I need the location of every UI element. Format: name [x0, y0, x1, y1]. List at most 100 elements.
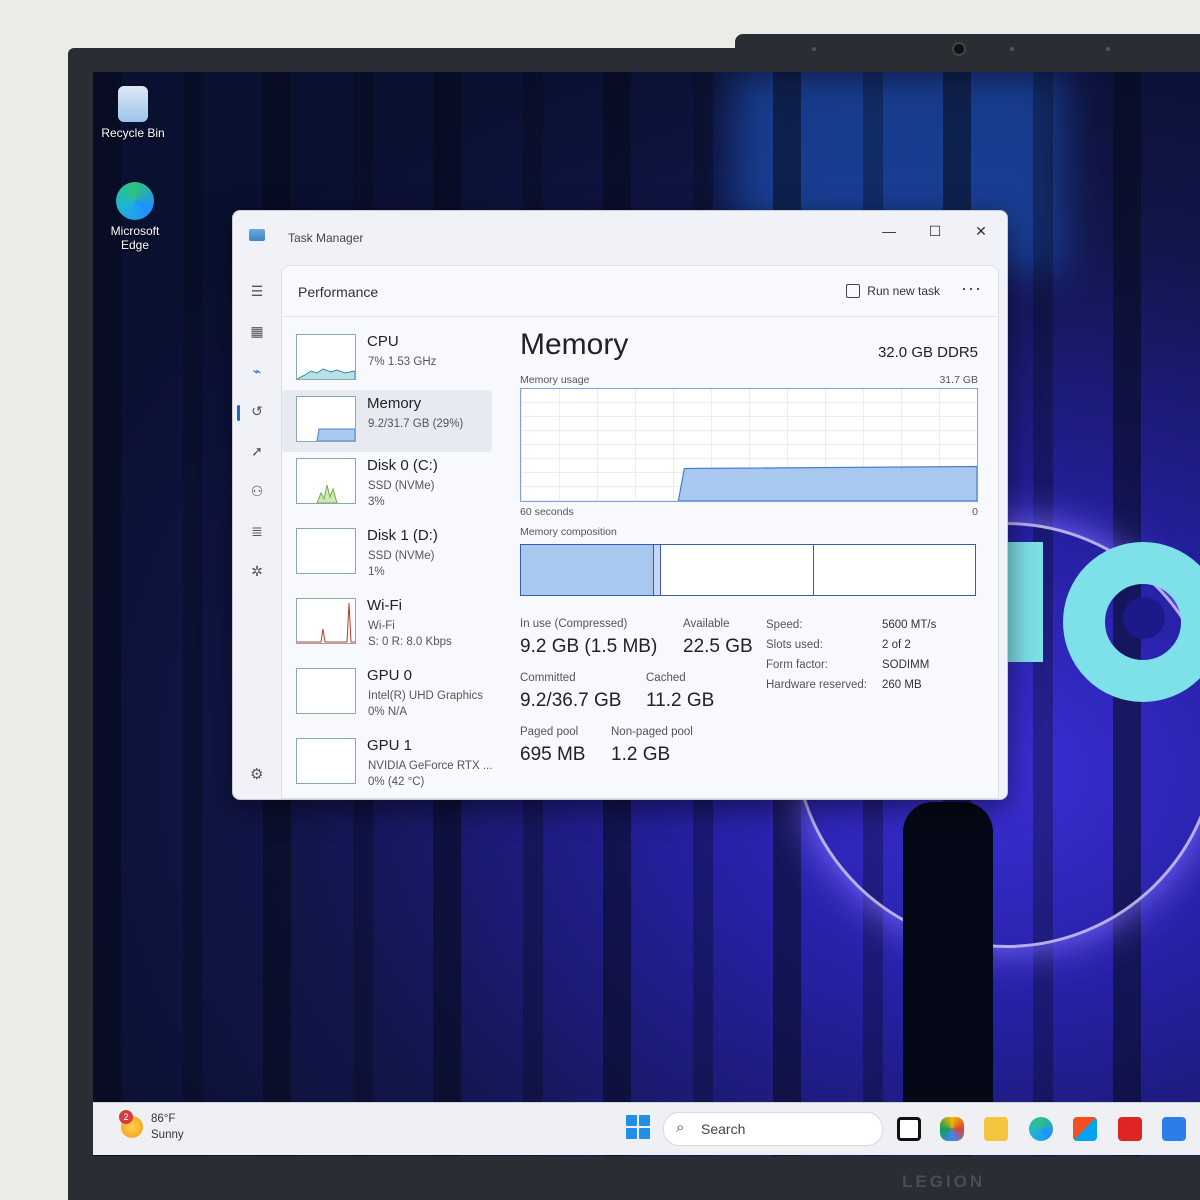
device-detail: SSD (NVMe) 1%: [368, 550, 435, 578]
microsoft-store-icon[interactable]: [1073, 1117, 1097, 1141]
task-view-icon[interactable]: [897, 1117, 921, 1141]
memory-composition-bar: [520, 544, 976, 596]
minimize-button[interactable]: —: [867, 217, 911, 245]
sensor-dot: [1010, 47, 1014, 51]
in-use-value: 9.2 GB (1.5 MB): [520, 636, 658, 657]
taskbar: 2 86°F Sunny ⌕ Search: [93, 1102, 1200, 1155]
device-detail: NVIDIA GeForce RTX ... 0% (42 °C): [368, 760, 493, 788]
device-gpu1[interactable]: GPU 1 NVIDIA GeForce RTX ... 0% (42 °C): [282, 732, 492, 794]
sensor-dot: [1106, 47, 1110, 51]
cached-value: 11.2 GB: [646, 690, 715, 711]
memory-usage-area: [677, 465, 978, 502]
desktop-icon-recycle-bin[interactable]: Recycle Bin: [93, 86, 173, 140]
cpu-thumbnail: [296, 334, 356, 380]
weather-condition: Sunny: [151, 1129, 184, 1141]
desktop-icon-label: Recycle Bin: [101, 126, 165, 140]
cached-label: Cached: [646, 672, 686, 684]
weather-temp: 86°F: [151, 1113, 176, 1125]
device-detail: 9.2/31.7 GB (29%): [368, 418, 464, 430]
device-disk1[interactable]: Disk 1 (D:) SSD (NVMe) 1%: [282, 522, 492, 584]
users-icon[interactable]: ⚇: [247, 481, 267, 501]
device-detail: SSD (NVMe) 3%: [368, 480, 435, 508]
webcam: [952, 42, 966, 56]
committed-label: Committed: [520, 672, 576, 684]
app-icon[interactable]: [1162, 1117, 1186, 1141]
time-range-label: 60 seconds: [520, 506, 574, 518]
speed-value: 5600 MT/s: [882, 619, 937, 631]
memory-usage-max: 31.7 GB: [939, 374, 978, 386]
page-title: Performance: [298, 284, 379, 300]
file-explorer-icon[interactable]: [984, 1117, 1008, 1141]
memory-usage-graph: [520, 388, 978, 502]
form-factor-label: Form factor:: [766, 659, 828, 671]
copilot-icon[interactable]: [940, 1117, 964, 1141]
non-paged-pool-value: 1.2 GB: [611, 744, 671, 765]
left-nav: ☰ ▦ ⌁ ↺ ➚ ⚇ ≣ ✲: [233, 255, 281, 799]
app-history-icon[interactable]: ↺: [247, 401, 267, 421]
recycle-bin-icon: [118, 86, 148, 122]
start-icon-tile: [639, 1128, 650, 1139]
hamburger-menu-icon[interactable]: ☰: [247, 281, 267, 301]
device-gpu0[interactable]: GPU 0 Intel(R) UHD Graphics 0% N/A: [282, 662, 492, 724]
active-indicator: [237, 405, 240, 421]
panel-header: Performance Run new task ···: [282, 266, 998, 317]
composition-free: [814, 545, 975, 595]
paged-pool-label: Paged pool: [520, 726, 579, 738]
processes-icon[interactable]: ▦: [247, 321, 267, 341]
device-name: GPU 0: [367, 667, 413, 684]
device-wifi[interactable]: Wi-Fi Wi-Fi S: 0 R: 8.0 Kbps: [282, 592, 492, 654]
graph-zero-label: 0: [972, 506, 978, 518]
device-name: Wi-Fi: [367, 597, 402, 614]
settings-gear-icon[interactable]: ⚙: [250, 765, 268, 783]
weather-widget[interactable]: 2 86°F Sunny: [119, 1110, 184, 1143]
wifi-thumbnail: [296, 598, 356, 644]
available-value: 22.5 GB: [683, 636, 753, 657]
taskbar-search[interactable]: ⌕ Search: [663, 1112, 883, 1146]
close-button[interactable]: ✕: [959, 217, 1003, 245]
details-icon[interactable]: ≣: [247, 521, 267, 541]
device-name: GPU 1: [367, 737, 413, 754]
services-icon[interactable]: ✲: [247, 561, 267, 581]
sun-icon: 2: [119, 1110, 143, 1138]
search-icon: ⌕: [676, 1119, 685, 1136]
start-icon-tile: [626, 1115, 637, 1126]
maximize-button[interactable]: ☐: [913, 217, 957, 245]
device-memory[interactable]: Memory 9.2/31.7 GB (29%): [282, 390, 492, 452]
start-icon-tile: [626, 1128, 637, 1139]
startup-apps-icon[interactable]: ➚: [247, 441, 267, 461]
device-cpu[interactable]: CPU 7% 1.53 GHz: [282, 328, 492, 390]
desktop-icon-edge[interactable]: Microsoft Edge: [95, 182, 175, 252]
desktop-icon-label: Microsoft Edge: [110, 224, 160, 252]
start-button[interactable]: [626, 1115, 650, 1139]
run-new-task-icon: [846, 284, 861, 298]
lenovo-vantage-icon[interactable]: [1118, 1117, 1142, 1141]
paged-pool-value: 695 MB: [520, 744, 586, 765]
memory-usage-label: Memory usage: [520, 374, 590, 386]
performance-icon[interactable]: ⌁: [247, 361, 267, 381]
gpu1-thumbnail: [296, 738, 356, 784]
memory-title: Memory: [520, 328, 629, 361]
search-placeholder: Search: [701, 1121, 746, 1137]
hardware-reserved-value: 260 MB: [882, 679, 922, 691]
edge-icon: [116, 182, 154, 220]
run-new-task-label: Run new task: [867, 284, 940, 298]
device-name: Disk 0 (C:): [367, 457, 438, 474]
run-new-task-button[interactable]: Run new task: [846, 284, 940, 298]
device-name: CPU: [367, 333, 399, 350]
task-manager-window: Task Manager — ☐ ✕ ☰ ▦ ⌁ ↺ ➚ ⚇ ≣ ✲ ⚙ Per…: [232, 210, 1008, 800]
gpu0-thumbnail: [296, 668, 356, 714]
title-bar[interactable]: Task Manager — ☐ ✕: [233, 211, 1007, 255]
camera-notch: [735, 34, 1200, 64]
composition-modified: [654, 545, 661, 595]
memory-spec: 32.0 GB DDR5: [877, 344, 978, 361]
device-detail: Wi-Fi S: 0 R: 8.0 Kbps: [368, 620, 452, 648]
device-disk0[interactable]: Disk 0 (C:) SSD (NVMe) 3%: [282, 452, 492, 514]
speed-label: Speed:: [766, 619, 803, 631]
edge-icon[interactable]: [1029, 1117, 1053, 1141]
available-label: Available: [683, 618, 730, 630]
window-title: Task Manager: [288, 231, 364, 245]
more-options-button[interactable]: ···: [961, 278, 982, 299]
wallpaper-logo-bar: [1003, 542, 1043, 662]
task-manager-icon: [249, 229, 265, 241]
disk0-thumbnail: [296, 458, 356, 504]
